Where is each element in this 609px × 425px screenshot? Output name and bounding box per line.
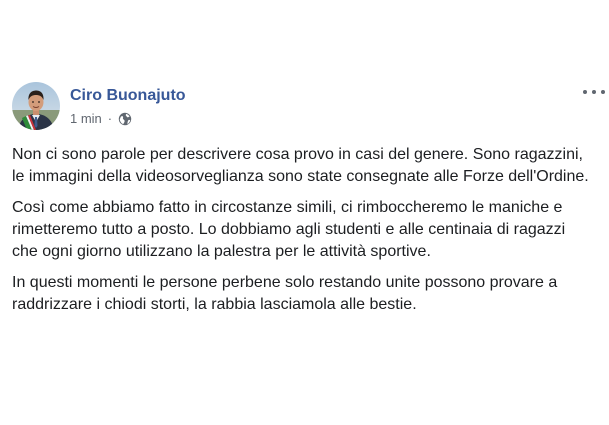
post-paragraph: In questi momenti le persone perbene sol… (12, 274, 558, 313)
avatar[interactable] (12, 82, 60, 130)
avatar-image (12, 82, 60, 130)
facebook-post: Ciro Buonajuto 1 min · Non ci sono parol (0, 0, 609, 425)
author-name[interactable]: Ciro Buonajuto (70, 86, 186, 106)
more-options-icon[interactable] (583, 84, 605, 100)
separator-dot: · (107, 110, 113, 126)
post-paragraph: Non ci sono parole per descrivere cosa p… (12, 146, 589, 185)
post-header: Ciro Buonajuto 1 min · (12, 80, 186, 132)
post-meta: Ciro Buonajuto 1 min · (70, 86, 186, 127)
post-subline: 1 min · (70, 111, 186, 127)
more-dot (592, 90, 596, 94)
post-timestamp[interactable]: 1 min (70, 111, 102, 127)
post-paragraph: Così come abbiamo fatto in circostanze s… (12, 199, 566, 260)
post-body: Non ci sono parole per descrivere cosa p… (12, 144, 592, 325)
more-dot (601, 90, 605, 94)
more-dot (583, 90, 587, 94)
globe-icon[interactable] (118, 112, 132, 126)
